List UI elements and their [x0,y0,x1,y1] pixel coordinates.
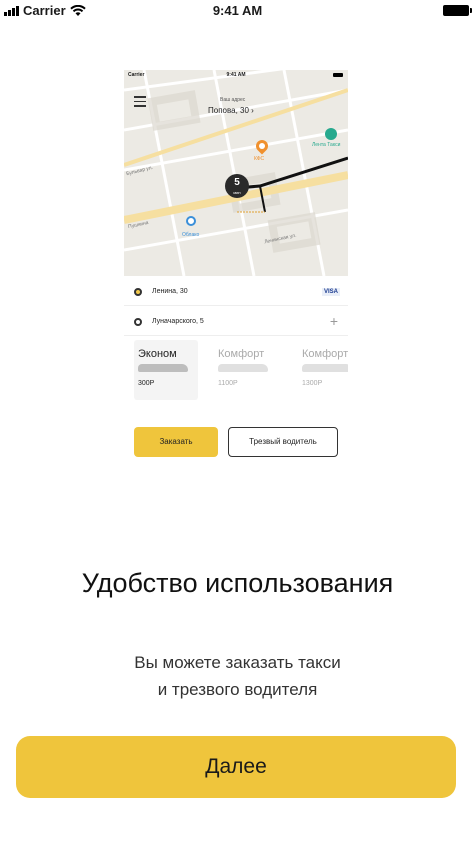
preview-sober-driver-button: Трезвый водитель [228,427,338,457]
car-icon [302,364,348,372]
poi-teal-label: Лента Такси [312,142,341,148]
route-from-row: Ленина, 30 VISA [124,280,348,306]
add-stop-icon: + [329,313,338,329]
tariff-name: Эконом [138,348,177,360]
tariff-economy: Эконом 300Р [134,340,198,400]
battery-icon [443,5,472,16]
eta-unit: мин [233,190,241,195]
preview-address-text: Попова, 30 [208,106,249,115]
preview-address: Попова, 30 › [208,106,254,115]
preview-map: Carrier 9:41 AM Ваш адрес Попова, 30 › К… [124,70,348,276]
poi-blue-pin-icon [186,216,196,226]
preview-battery-icon [333,73,343,77]
route-from: Ленина, 30 [152,288,188,295]
status-time: 9:41 AM [212,3,263,18]
eta-pin: 5 мин [225,174,249,198]
car-icon [218,364,268,372]
eta-minutes: 5 [234,177,240,188]
route-to: Луначарского, 5 [152,318,204,325]
tariff-price: 300Р [138,380,155,387]
preview-tariffs: Эконом 300Р Комфорт 1100Р Комфорт 1300Р [134,340,348,400]
car-icon [138,364,188,372]
subtitle-line-1: Вы можете заказать такси [134,653,341,672]
tariff-price: 1100Р [218,380,238,387]
preview-address-label: Ваш адрес [220,97,246,103]
route-to-row: Луначарского, 5 + [124,310,348,336]
subtitle-line-2: и трезвого водителя [157,680,318,699]
tariff-comfort: Комфорт 1100Р [214,340,278,400]
page-title: Удобство использования [81,568,394,598]
poi-orange-label: КФС [254,156,265,162]
tariff-price: 1300Р [302,380,323,387]
poi-blue-label: Облако [182,232,200,238]
tariff-name: Комфорт [302,348,348,360]
preview-route-panel: Ленина, 30 VISA Луначарского, 5 + Эконом… [124,276,348,412]
page-subtitle: Вы можете заказать такси и трезвого води… [100,649,375,703]
preview-order-button: Заказать [134,427,218,457]
next-button[interactable]: Далее [16,736,456,798]
preview-time: 9:41 AM [226,72,246,78]
status-bar: Carrier 9:41 AM [0,0,475,22]
preview-menu-icon [134,96,146,110]
chevron-right-icon: › [251,106,254,115]
app-preview-illustration: Carrier 9:41 AM Ваш адрес Попова, 30 › К… [124,70,348,412]
route-point-a-icon [134,288,142,296]
route-point-b-icon [134,318,142,326]
preview-status-bar: Carrier 9:41 AM [124,70,348,80]
tariff-name: Комфорт [218,348,265,360]
tariff-comfort-plus: Комфорт 1300Р [298,340,348,400]
visa-icon: VISA [321,288,340,296]
poi-teal-pin-icon [325,128,337,140]
